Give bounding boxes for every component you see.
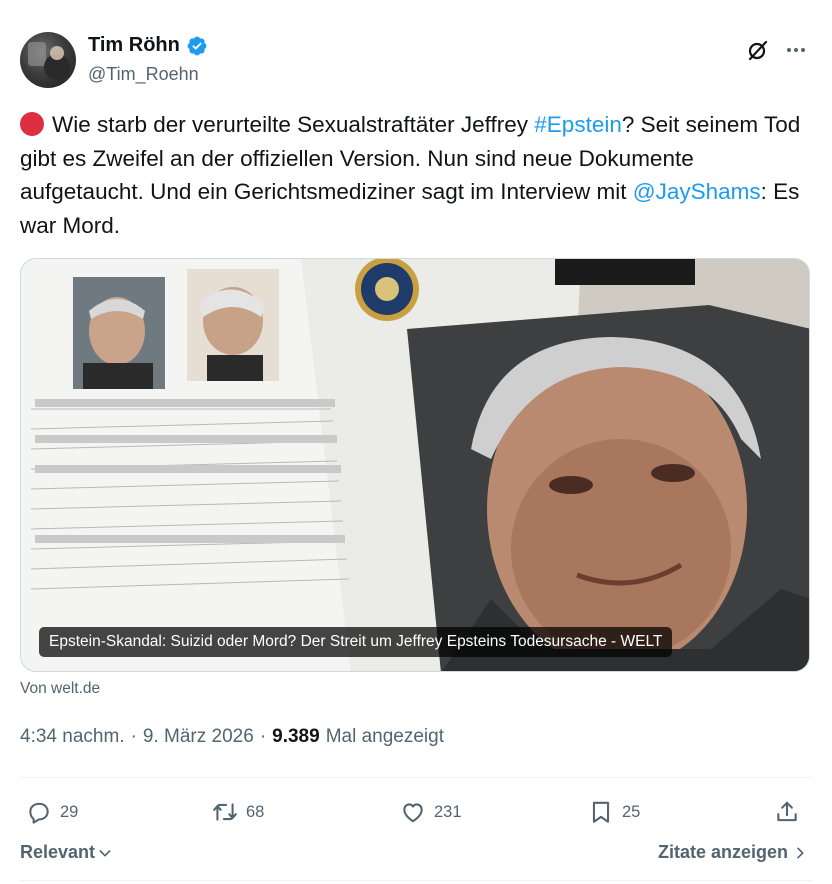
tweet-text: Wie starb der verurteilte Sexualstraftät… — [20, 108, 812, 242]
action-bar: 29 68 231 25 — [20, 794, 812, 830]
card-image — [21, 259, 809, 671]
meta-separator: · — [130, 726, 137, 747]
tweet-text-part: Wie starb der verurteilte Sexualstraftät… — [52, 112, 535, 137]
card-caption: Epstein-Skandal: Suizid oder Mord? Der S… — [39, 627, 673, 657]
quotes-label: Zitate anzeigen — [657, 842, 788, 862]
divider — [20, 777, 812, 778]
repost-icon — [213, 803, 237, 821]
like-button[interactable]: 231 — [400, 794, 462, 830]
tweet-header: Tim Röhn @Tim_Roehn — [20, 30, 812, 90]
sort-label: Relevant — [20, 842, 96, 862]
chevron-right-icon — [797, 847, 804, 858]
grok-icon[interactable] — [746, 38, 770, 62]
more-icon[interactable] — [784, 38, 808, 62]
bookmark-icon — [592, 801, 610, 823]
red-circle-emoji-icon — [20, 112, 44, 136]
reply-count: 29 — [60, 802, 79, 821]
view-quotes-link[interactable]: Zitate anzeigen — [658, 842, 808, 863]
like-icon — [403, 803, 423, 823]
handle[interactable]: @Tim_Roehn — [88, 64, 199, 85]
divider — [20, 880, 812, 881]
tweet-date[interactable]: 9. März 2026 — [143, 726, 254, 748]
like-count: 231 — [434, 802, 462, 821]
repost-button[interactable]: 68 — [212, 794, 264, 830]
repost-count: 68 — [246, 802, 265, 821]
reply-icon — [29, 802, 49, 824]
views-label: Mal angezeigt — [325, 726, 444, 747]
views-count[interactable]: 9.389 — [272, 726, 320, 748]
tweet-meta: 4:34 nachm. · 9. März 2026 · 9.389 Mal a… — [20, 726, 444, 748]
link-card[interactable]: Epstein-Skandal: Suizid oder Mord? Der S… — [20, 258, 810, 672]
hashtag-link[interactable]: #Epstein — [534, 112, 622, 137]
card-source[interactable]: Von welt.de — [20, 680, 100, 698]
bookmark-count: 25 — [622, 802, 641, 821]
share-icon — [777, 801, 797, 822]
display-name[interactable]: Tim Röhn — [88, 34, 180, 57]
reply-sort-bar: Relevant Zitate anzeigen — [20, 842, 812, 872]
chevron-down-icon — [99, 849, 111, 856]
avatar[interactable] — [20, 32, 76, 88]
bookmark-button[interactable]: 25 — [588, 794, 640, 830]
tweet-time[interactable]: 4:34 nachm. — [20, 726, 125, 748]
sort-dropdown[interactable]: Relevant — [20, 842, 113, 863]
verified-badge-icon[interactable] — [186, 35, 208, 57]
mention-link[interactable]: @JayShams — [633, 179, 761, 204]
share-button[interactable] — [774, 794, 800, 830]
name-row: Tim Röhn — [88, 34, 208, 57]
meta-separator: · — [259, 726, 267, 747]
reply-button[interactable]: 29 — [26, 794, 78, 830]
